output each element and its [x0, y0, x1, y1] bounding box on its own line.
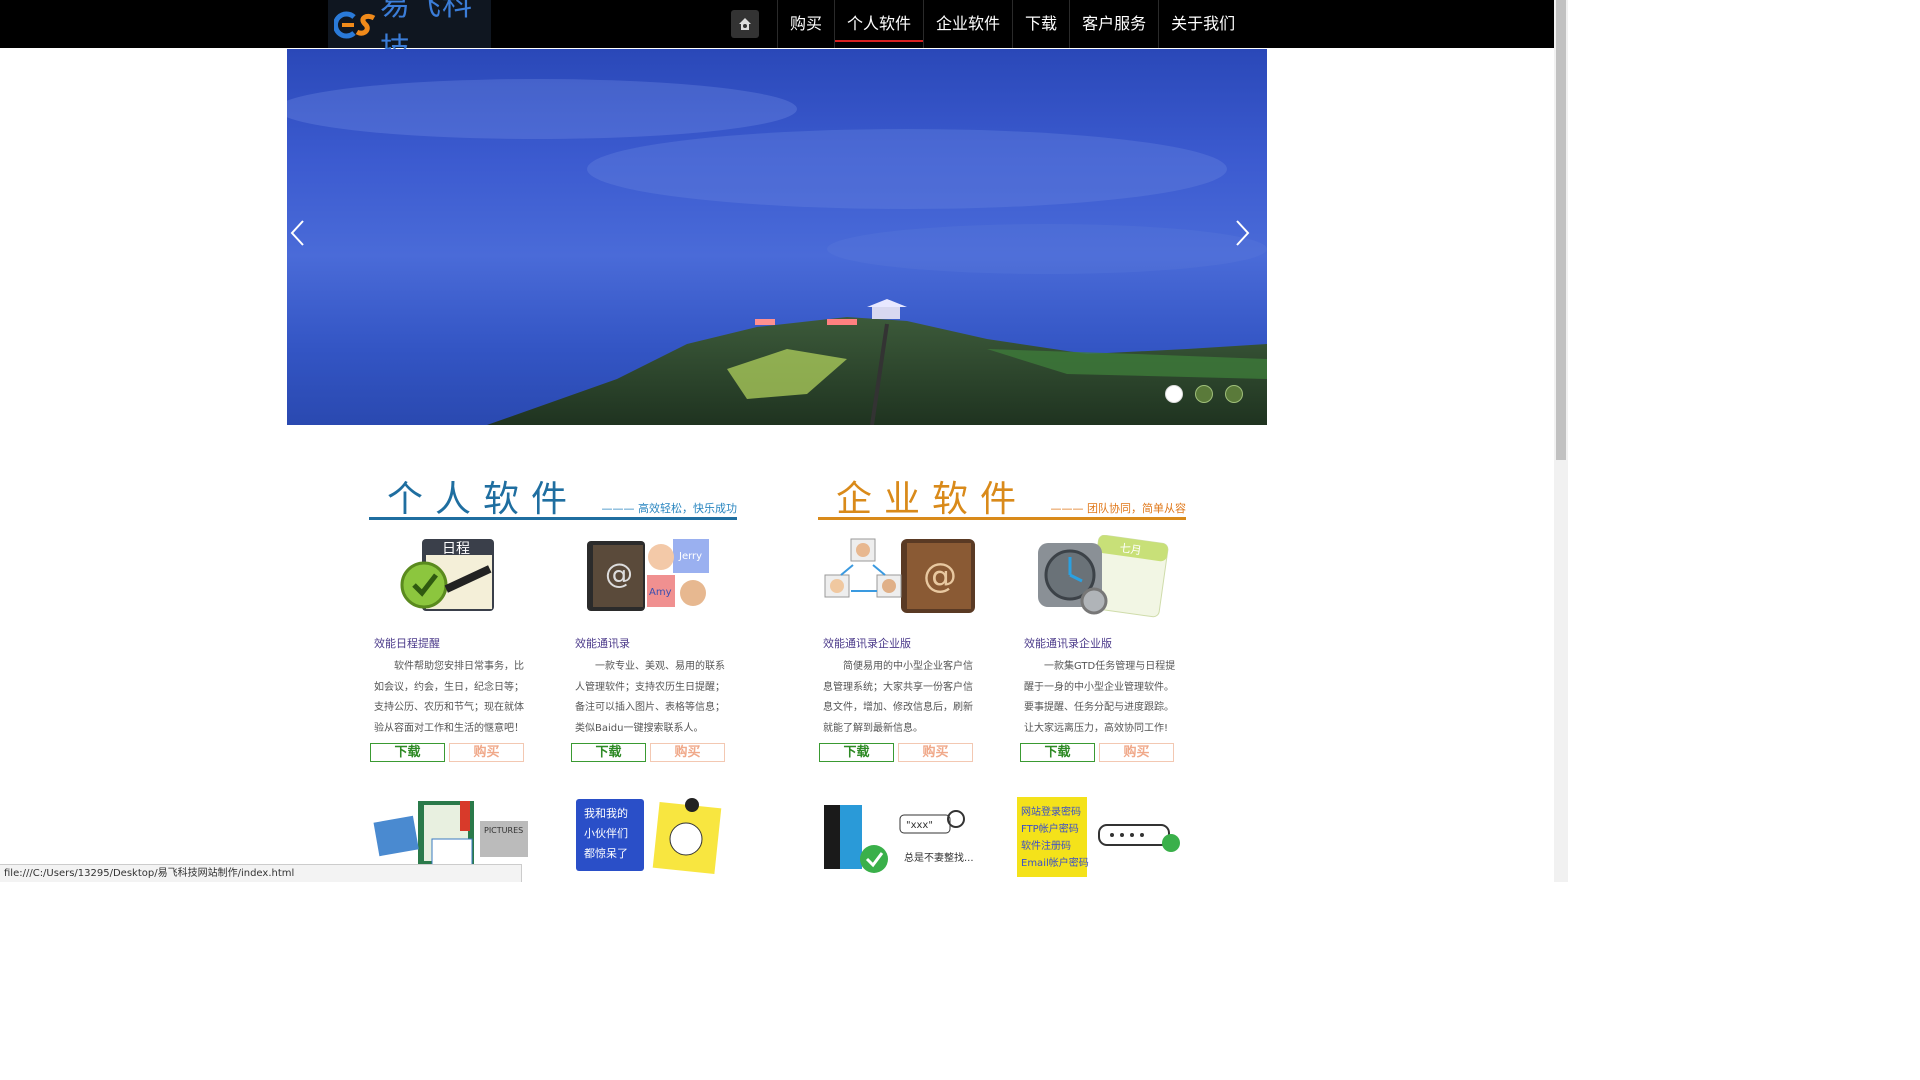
password-manager-icon[interactable]: 网站登录密码 FTP帐户密码 软件注册码 Email帐户密码: [1017, 795, 1180, 877]
product-card: @ 效能通讯录企业版 简便易用的中小型企业客户信息管理系统；大家共享一份客户信息…: [819, 535, 983, 762]
carousel-indicators: [1165, 385, 1243, 403]
search-query: "xxx": [906, 820, 933, 831]
product-name[interactable]: 效能通讯录企业版: [823, 635, 983, 651]
product-name[interactable]: 效能日程提醒: [374, 635, 534, 651]
password-label: 网站登录密码: [1021, 805, 1081, 818]
download-button[interactable]: 下载: [819, 743, 894, 762]
carousel-dot[interactable]: [1195, 385, 1213, 403]
product-description: 软件帮助您安排日常事务，比如会议，约会，生日，纪念日等；支持公历、农历和节气；现…: [374, 661, 524, 734]
download-button[interactable]: 下载: [1020, 743, 1095, 762]
section-enterprise-software-header: 企业软件 ——— 团队协同，简单从容: [818, 470, 1186, 520]
svg-text:@: @: [605, 557, 633, 590]
scrollbar[interactable]: [1554, 0, 1568, 882]
svg-text:@: @: [923, 556, 957, 596]
banner-carousel: [287, 49, 1267, 425]
download-button[interactable]: 下载: [571, 743, 646, 762]
product-description: 一款集GTD任务管理与日程提醒于一身的中小型企业管理软件。要事提醒、任务分配与进…: [1024, 661, 1176, 734]
note-line: 都惊呆了: [584, 846, 628, 860]
download-button[interactable]: 下载: [370, 743, 445, 762]
password-label: Email帐户密码: [1021, 856, 1089, 869]
logo-icon: [333, 9, 378, 39]
product-description: 简便易用的中小型企业客户信息管理系统；大家共享一份客户信息文件，增加、修改信息后…: [823, 661, 973, 734]
section-divider: [818, 517, 1186, 520]
logo[interactable]: 易飞科技: [328, 0, 491, 67]
search-caption: 总是不妻整找...: [904, 851, 974, 864]
product-card: 日程 效能日程提醒 软件帮助您安排日常事务，比如会议，约会，生日，纪念日等；支持…: [370, 535, 534, 762]
nav-item-personal-software[interactable]: 个人软件: [834, 0, 924, 48]
buy-button[interactable]: 购买: [449, 743, 524, 762]
task-clock-calendar-icon: 七月: [1024, 534, 1184, 625]
section-title: 个人软件: [387, 479, 580, 520]
browser-status-bar: file:///C:/Users/13295/Desktop/易飞科技网站制作/…: [0, 864, 522, 882]
note-line: 我和我的: [584, 806, 628, 820]
buy-button[interactable]: 购买: [650, 743, 725, 762]
contacts-book-icon: @ Jerry Amy: [575, 535, 735, 625]
nav-item-customer-service[interactable]: 客户服务: [1069, 0, 1158, 48]
buy-button[interactable]: 购买: [898, 743, 973, 762]
sticky-note-icon[interactable]: 我和我的 小伙伴们 都惊呆了: [574, 795, 734, 877]
scrollbar-thumb[interactable]: [1556, 0, 1566, 460]
home-button[interactable]: [731, 10, 759, 38]
banner-landscape-image: [287, 79, 1267, 425]
product-description: 一款专业、美观、易用的联系人管理软件；支持农历生日提醒；备注可以插入图片、表格等…: [575, 661, 725, 734]
bookmark-search-icon[interactable]: "xxx" 总是不妻整找...: [822, 795, 982, 877]
main-nav: 购买 个人软件 企业软件 下载 客户服务 关于我们: [731, 0, 1247, 48]
chevron-right-icon: [1236, 220, 1250, 246]
contact-name-label: Amy: [649, 587, 672, 598]
buy-button[interactable]: 购买: [1099, 743, 1174, 762]
product-name[interactable]: 效能通讯录: [575, 635, 735, 651]
contact-name-label: Jerry: [678, 551, 702, 562]
calendar-label: 日程: [442, 541, 470, 557]
enterprise-contacts-icon: @: [823, 535, 983, 625]
nav-item-enterprise-software[interactable]: 企业软件: [923, 0, 1012, 48]
note-line: 小伙伴们: [584, 826, 628, 840]
product-card: 七月 效能通讯录企业版 一款集GTD任务管理与日程提醒于一身的中小型企业管理软件…: [1020, 534, 1184, 762]
password-label: 软件注册码: [1021, 839, 1071, 852]
section-personal-software-header: 个人软件 ——— 高效轻松，快乐成功: [369, 470, 737, 520]
carousel-dot[interactable]: [1225, 385, 1243, 403]
password-label: FTP帐户密码: [1021, 822, 1079, 835]
carousel-next-button[interactable]: [1235, 219, 1265, 259]
nav-item-buy[interactable]: 购买: [777, 0, 834, 48]
carousel-dot[interactable]: [1165, 385, 1183, 403]
schedule-reminder-icon: 日程: [374, 535, 534, 625]
chevron-left-icon: [290, 220, 304, 246]
section-title: 企业软件: [836, 479, 1029, 520]
section-subtitle: ——— 团队协同，简单从容: [1050, 502, 1187, 515]
carousel-prev-button[interactable]: [289, 219, 319, 259]
section-subtitle: ——— 高效轻松，快乐成功: [601, 502, 738, 515]
nav-item-about-us[interactable]: 关于我们: [1158, 0, 1247, 48]
product-card: @ Jerry Amy 效能通讯录 一款专业、美观、易用的联系人管理软件；支持农…: [571, 535, 735, 762]
section-divider: [369, 517, 737, 520]
top-navigation-bar: 易飞科技 购买 个人软件 企业软件 下载 客户服务 关于我们: [0, 0, 1554, 67]
product-name[interactable]: 效能通讯录企业版: [1024, 635, 1184, 651]
pictures-label: PICTURES: [484, 826, 523, 835]
home-icon: [739, 18, 751, 30]
nav-item-download[interactable]: 下载: [1012, 0, 1069, 48]
